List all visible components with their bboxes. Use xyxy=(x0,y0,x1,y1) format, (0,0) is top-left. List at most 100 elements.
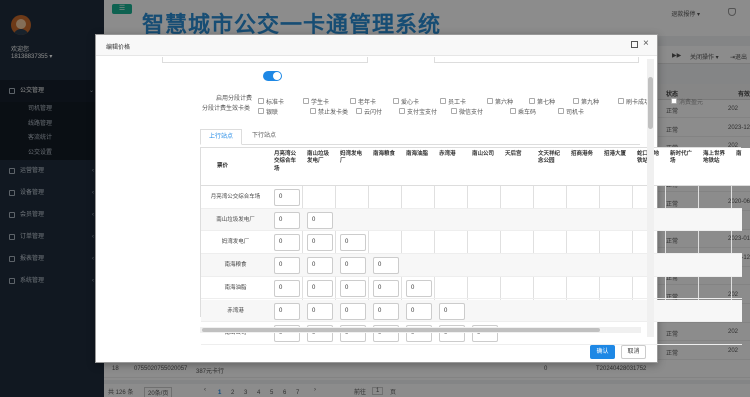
fare-row: 南山公司 0 0 0 0 0 0 0 xyxy=(201,322,742,345)
fare-input[interactable]: 0 xyxy=(340,302,366,320)
station-column-header: 妈湾发电厂 xyxy=(336,148,369,186)
card-type-checkbox[interactable] xyxy=(618,98,624,104)
tab-upstream[interactable]: 上行站点 xyxy=(200,129,243,145)
fare-row-station: 月亮湾公交综合车场 xyxy=(210,194,261,200)
card-type-label: 司机卡 xyxy=(566,110,585,116)
fare-row-station: 南海粮食 xyxy=(224,262,247,269)
fare-row-station: 南山公司 xyxy=(224,330,247,337)
card-type-checkbox[interactable] xyxy=(510,108,516,114)
fare-row-station: 南山垃圾发电厂 xyxy=(216,216,255,223)
fare-corner-header: 票价 xyxy=(201,148,270,186)
card-type-checkbox[interactable] xyxy=(258,98,264,104)
station-column-header: 月亮湾公交综合车场 xyxy=(270,148,303,186)
card-types-label: 分段计费生效卡类 xyxy=(202,106,251,112)
cancel-button[interactable]: 取消 xyxy=(621,345,646,359)
card-type-label: 微信支付 xyxy=(459,110,484,116)
modal-overlay-sidebar xyxy=(0,0,104,397)
fare-input[interactable]: 0 xyxy=(274,257,300,275)
card-type-checkbox[interactable] xyxy=(393,98,399,104)
tab-downstream[interactable]: 下行站点 xyxy=(244,129,284,145)
card-type-label: 学生卡 xyxy=(311,100,330,106)
fare-input[interactable]: 0 xyxy=(307,211,333,229)
fare-input[interactable]: 0 xyxy=(274,279,300,297)
card-type-checkbox[interactable] xyxy=(258,108,264,114)
card-type-checkbox[interactable] xyxy=(573,98,579,104)
fare-input[interactable]: 0 xyxy=(340,257,366,275)
card-type-label: 第七种 xyxy=(537,100,556,106)
fare-input[interactable]: 0 xyxy=(406,302,432,320)
fare-input[interactable]: 0 xyxy=(340,234,366,252)
fare-input[interactable]: 0 xyxy=(307,234,333,252)
fare-row: 妈湾发电厂 0 0 0 xyxy=(201,231,742,255)
edit-price-dialog: 编辑价格 × 启用分段计费 分段计费生效卡类 标准卡 学生卡 老年卡 爱心卡 员工卡 第六… xyxy=(95,34,750,363)
card-type-checkbox[interactable] xyxy=(529,98,535,104)
card-type-label: 爱心卡 xyxy=(401,100,420,106)
card-type-label: 员工卡 xyxy=(448,100,467,106)
card-type-checkbox[interactable] xyxy=(356,108,362,114)
fare-row: 南海粮食 0 0 0 0 xyxy=(201,254,742,277)
card-type-checkbox[interactable] xyxy=(558,108,564,114)
fare-input[interactable]: 0 xyxy=(307,302,333,320)
card-type-checkbox[interactable] xyxy=(487,98,493,104)
card-type-checkbox[interactable] xyxy=(399,108,405,114)
fare-input[interactable]: 0 xyxy=(274,302,300,320)
card-type-label: 支付宝支付 xyxy=(407,110,438,116)
card-type-checkbox[interactable] xyxy=(440,98,446,104)
fare-input[interactable]: 0 xyxy=(373,279,399,297)
station-column-header: 南山垃圾发电厂 xyxy=(303,148,336,186)
fare-row-station: 妈湾发电厂 xyxy=(221,239,250,246)
dialog-title: 编辑价格 xyxy=(106,45,131,51)
card-type-label: 禁止发卡类 xyxy=(318,110,349,116)
fare-row-station: 南海油脂 xyxy=(224,284,247,291)
fare-input[interactable]: 0 xyxy=(439,302,465,320)
fare-input[interactable]: 0 xyxy=(274,189,300,206)
station-column-header: 南海油脂 xyxy=(402,148,435,186)
horizontal-scrollbar[interactable] xyxy=(200,327,641,333)
fare-input[interactable]: 0 xyxy=(373,257,399,275)
card-type-label: 乘车码 xyxy=(518,110,537,116)
card-type-label: 第九种 xyxy=(581,100,600,106)
station-column-header: 南 xyxy=(732,148,750,186)
fare-input[interactable]: 0 xyxy=(406,279,432,297)
card-type-label: 标准卡 xyxy=(266,100,285,106)
card-type-checkbox[interactable] xyxy=(671,98,677,104)
station-column-header: 招港大厦 xyxy=(600,148,633,186)
fare-input[interactable]: 0 xyxy=(307,279,333,297)
fare-row: 南山垃圾发电厂 0 0 xyxy=(201,208,742,232)
card-type-checkbox[interactable] xyxy=(310,108,316,114)
station-column-header: 天后宫 xyxy=(501,148,534,186)
fare-input[interactable]: 0 xyxy=(274,211,300,229)
card-type-checkbox[interactable] xyxy=(350,98,356,104)
scrolled-form-fields xyxy=(162,57,645,65)
close-icon[interactable]: × xyxy=(643,38,649,50)
station-column-header: 南山公司 xyxy=(468,148,501,186)
fare-row: 月亮湾公交综合车场 0 xyxy=(201,186,742,209)
card-type-label: 第六种 xyxy=(495,100,514,106)
fare-input[interactable]: 0 xyxy=(274,234,300,252)
fare-input[interactable]: 0 xyxy=(340,279,366,297)
card-type-checkbox[interactable] xyxy=(451,108,457,114)
station-column-header: 赤湾港 xyxy=(435,148,468,186)
fare-row-station: 赤湾港 xyxy=(227,307,244,314)
dialog-header: 编辑价格 × xyxy=(96,35,657,56)
station-column-header: 文天祥纪念公园 xyxy=(534,148,567,186)
card-type-checkbox[interactable] xyxy=(303,98,309,104)
card-type-label: 银联 xyxy=(266,110,279,116)
station-column-header: 南海粮食 xyxy=(369,148,402,186)
fare-matrix: 票价 月亮湾公交综合车场 南山垃圾发电厂 妈湾发电厂 南海粮食 南海油脂 赤湾港 南山公司 天后… xyxy=(200,147,750,345)
fare-row: 赤湾港 0 0 0 0 0 0 xyxy=(201,299,742,323)
segmented-billing-label: 启用分段计费 xyxy=(216,96,253,102)
sidebar: 欢迎您 18138837355 ▾ 公交管理 ⌄ 司机管理 线路管理 客流统计 公交设置运… xyxy=(0,0,104,397)
segmented-billing-toggle[interactable] xyxy=(263,71,282,81)
maximize-icon[interactable] xyxy=(631,41,638,48)
fare-input[interactable]: 0 xyxy=(373,302,399,320)
station-column-header: 新时代广场 xyxy=(666,148,699,186)
direction-tabs: 上行站点 下行站点 xyxy=(200,129,640,145)
confirm-button[interactable]: 确认 xyxy=(590,345,615,359)
station-column-header: 海上世界地铁站 xyxy=(699,148,732,186)
card-type-label: 老年卡 xyxy=(358,100,377,106)
vertical-scrollbar[interactable] xyxy=(647,59,654,337)
card-type-label: 消费盈元 xyxy=(679,100,704,106)
fare-row: 南海油脂 0 0 0 0 0 xyxy=(201,277,742,300)
fare-input[interactable]: 0 xyxy=(307,257,333,275)
